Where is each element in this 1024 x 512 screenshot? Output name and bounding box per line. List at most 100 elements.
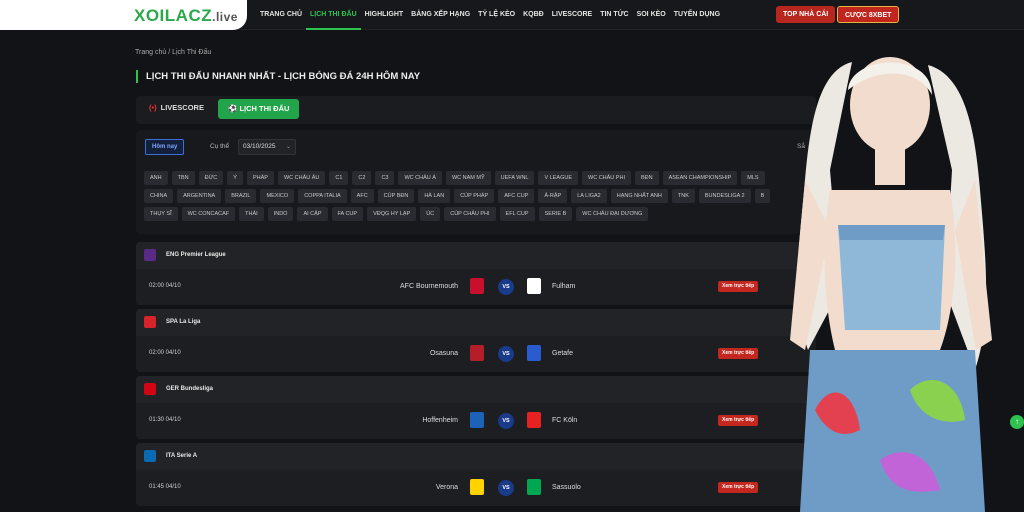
league-header[interactable]: ITA Serie A [136,443,816,470]
away-team-crest-icon [527,345,541,361]
date-select[interactable]: 03/10/2025 ⌄ [238,139,296,155]
league-header[interactable]: ENG Premier League [136,242,816,269]
league-chip[interactable]: Ý [227,171,243,185]
league-chip[interactable]: SERIE B [538,207,573,221]
league-chip[interactable]: THÁI [239,207,264,221]
league-chip[interactable]: ASEAN CHAMPIONSHIP [662,171,738,185]
watch-live-button[interactable]: Xem trực tiếp [718,348,759,359]
league-chip[interactable]: EFL CUP [499,207,535,221]
league-chip[interactable]: WC CONCACAF [181,207,236,221]
watch-live-button[interactable]: Xem trực tiếp [718,281,759,292]
site-logo[interactable]: XOILACZ.live [0,0,247,30]
watch-live-button[interactable]: Xem trực tiếp [718,415,759,426]
vs-badge: VS [498,279,514,295]
promo-model-image [790,57,992,512]
league-chip[interactable]: TNK [671,189,695,203]
league-chip[interactable]: ARGENTINA [177,189,222,203]
nav-item-livescore[interactable]: LIVESCORE [548,0,596,30]
league-chip[interactable]: WC CHÂU ÂU [277,171,326,185]
league-chip[interactable]: VĐQG HY LẠP [367,207,417,221]
today-button[interactable]: Hôm nay [145,139,185,155]
nav-item-odds[interactable]: TỶ LỆ KÈO [474,0,519,30]
match-row[interactable]: 02:00 04/10 Osasuna VS Getafe Xem trực tiếp [136,338,816,369]
league-chip[interactable]: THỤY SĨ [144,207,178,221]
league-chip[interactable]: INDO [267,207,294,221]
match-row[interactable]: 01:45 04/10 Verona VS Sassuolo Xem trực tiếp [136,472,816,503]
nav-item-results[interactable]: KQBĐ [519,0,548,30]
league-chip[interactable]: ĐỨC [198,171,224,185]
schedule-tabs: (•) LIVESCORE ⚽ LỊCH THI ĐẤU [136,96,816,124]
nav-item-home[interactable]: TRANG CHỦ [256,0,306,30]
league-header[interactable]: GER Bundesliga [136,376,816,403]
league-block: SPA La Liga 02:00 04/10 Osasuna VS Getafe Xem… [136,309,816,372]
chip-row: CHINA ARGENTINA BRAZIL MEXICO COPPA ITALIA AF… [144,189,804,203]
breadcrumb[interactable]: Trang chủ / Lịch Thi Đấu [135,49,211,56]
league-chip[interactable]: WC CHÂU Á [398,171,442,185]
league-chip[interactable]: ANH [144,171,168,185]
league-chip[interactable]: MEXICO [260,189,295,203]
league-block: GER Bundesliga 01:30 04/10 Hoffenheim VS FC … [136,376,816,439]
filter-panel: Hôm nay Cụ thể 03/10/2025 ⌄ ANH TBN ĐỨC Ý PHÁ… [136,130,816,234]
league-chip[interactable]: HÀ LAN [418,189,451,203]
nav-item-news[interactable]: TIN TỨC [596,0,632,30]
nav-item-highlight[interactable]: HIGHLIGHT [361,0,408,30]
vs-badge: VS [498,346,514,362]
match-time: 02:00 04/10 [149,283,181,289]
bet-button[interactable]: CƯỢC 8XBET [837,6,900,23]
league-chip[interactable]: TBN [171,171,195,185]
top-bookmaker-button[interactable]: TOP NHÀ CÁI [776,6,836,23]
league-header[interactable]: SPA La Liga [136,309,816,336]
chip-row: THỤY SĨ WC CONCACAF THÁI INDO AI CẬP FA CUP VĐ… [144,207,804,221]
league-chip[interactable]: V LEAGUE [538,171,578,185]
league-block: ITA Serie A 01:45 04/10 Verona VS Sassuolo Xe… [136,443,816,506]
league-chip[interactable]: BUNDESLIGA 2 [698,189,751,203]
date-label: Cụ thể [210,143,230,150]
tab-schedule[interactable]: ⚽ LỊCH THI ĐẤU [218,99,300,119]
league-chip[interactable]: UEFA WNL [494,171,535,185]
league-chip[interactable]: WC CHÂU ĐẠI DƯƠNG [576,207,649,221]
league-chip[interactable]: ÚC [420,207,441,221]
league-chip[interactable]: CHINA [144,189,174,203]
league-logo-icon [144,249,156,261]
league-chip[interactable]: BĐN [634,171,659,185]
league-chip[interactable]: HẠNG NHẤT ANH [610,189,668,203]
ball-icon: ⚽ [228,104,240,113]
home-team-crest-icon [470,278,484,294]
league-chip[interactable]: Ả-RẬP [538,189,568,203]
nav-item-predictions[interactable]: SOI KÈO [633,0,670,30]
league-chip[interactable]: AFC CUP [498,189,535,203]
league-chip[interactable]: FA CUP [331,207,364,221]
league-chip[interactable]: CÚP BĐN [377,189,415,203]
nav-item-schedule[interactable]: LỊCH THI ĐẤU [306,0,361,30]
league-chip[interactable]: COPPA ITALIA [298,189,347,203]
league-logo-icon [144,450,156,462]
league-chip[interactable]: AI CẬP [297,207,328,221]
nav-item-standings[interactable]: BẢNG XẾP HẠNG [407,0,474,30]
nav-item-recruitment[interactable]: TUYỂN DỤNG [670,0,724,30]
watch-live-button[interactable]: Xem trực tiếp [718,482,759,493]
league-chip[interactable]: AFC [350,189,374,203]
away-team-crest-icon [527,412,541,428]
tab-livescore[interactable]: (•) LIVESCORE [149,103,204,112]
home-team-name: AFC Bournemouth [400,283,458,290]
scroll-to-top-button[interactable]: ↑ [1010,415,1024,429]
chevron-down-icon: ⌄ [285,144,291,150]
match-row[interactable]: 01:30 04/10 Hoffenheim VS FC Köln Xem trực t… [136,405,816,436]
away-team-crest-icon [527,278,541,294]
home-team-crest-icon [470,479,484,495]
league-chip[interactable]: WC NAM MỸ [445,171,491,185]
league-chip[interactable]: PHÁP [246,171,274,185]
league-chip[interactable]: LA LIGA2 [571,189,607,203]
league-chip[interactable]: CÚP PHÁP [454,189,495,203]
match-row[interactable]: 02:00 04/10 AFC Bournemouth VS Fulham Xem tr… [136,271,816,302]
league-logo-icon [144,383,156,395]
league-chip[interactable]: C3 [375,171,395,185]
league-chip[interactable]: C1 [329,171,349,185]
league-chip[interactable]: CÚP CHÂU PHI [444,207,496,221]
league-chip[interactable]: BRAZIL [225,189,257,203]
away-team-name: Getafe [552,350,574,357]
league-chip[interactable]: C2 [352,171,372,185]
away-team-name: Fulham [552,283,576,290]
league-chip[interactable]: WC CHÂU PHI [582,171,631,185]
match-time: 01:45 04/10 [149,484,181,490]
